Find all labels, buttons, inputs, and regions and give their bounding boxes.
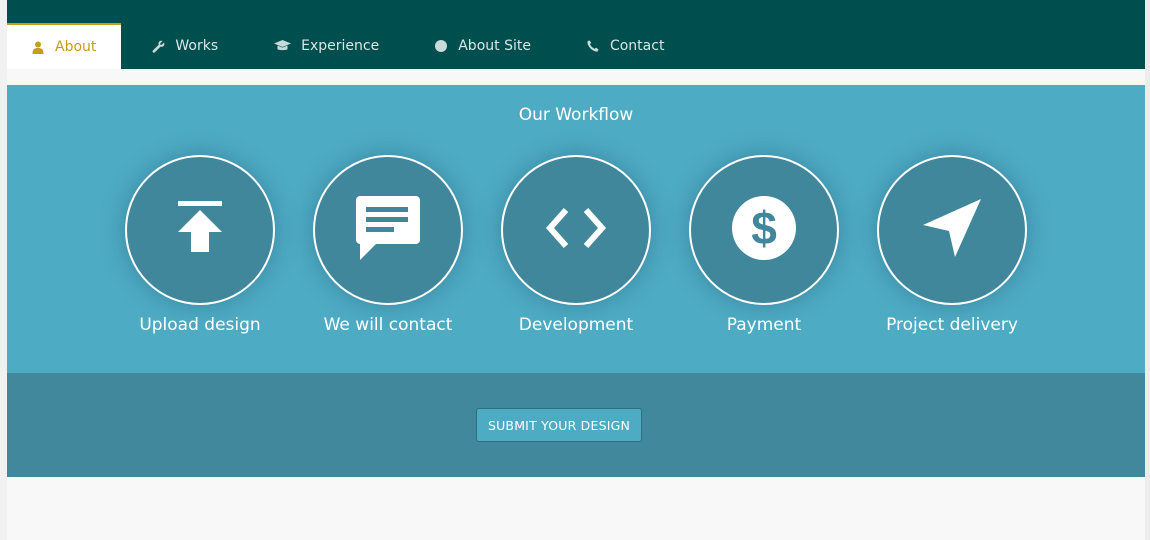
user-icon xyxy=(31,40,45,54)
chat-icon xyxy=(356,196,420,264)
step-circle: $ xyxy=(689,155,839,305)
send-icon xyxy=(923,199,981,261)
wrench-icon xyxy=(151,39,165,53)
workflow-step-payment: $ Payment xyxy=(674,155,854,335)
step-label: Payment xyxy=(726,315,802,335)
workflow-step-delivery: Project delivery xyxy=(862,155,1042,335)
workflow-title: Our Workflow xyxy=(518,105,634,125)
step-circle xyxy=(125,155,275,305)
left-margin xyxy=(0,0,7,540)
step-label: Upload design xyxy=(139,315,261,335)
dollar-icon: $ xyxy=(732,196,796,264)
workflow-step-development: Development xyxy=(486,155,666,335)
nav-tabs: About Works Experience About Site Contac… xyxy=(7,23,692,69)
workflow-step-contact: We will contact xyxy=(298,155,478,335)
step-circle xyxy=(501,155,651,305)
submit-design-button[interactable]: SUBMIT YOUR DESIGN xyxy=(476,408,642,442)
step-label: Project delivery xyxy=(886,315,1018,335)
phone-icon xyxy=(586,39,600,53)
submit-section: SUBMIT YOUR DESIGN xyxy=(7,373,1145,477)
step-label: Development xyxy=(518,315,634,335)
code-icon xyxy=(544,208,608,252)
tab-label: Works xyxy=(175,38,219,54)
tab-about[interactable]: About xyxy=(7,23,122,69)
right-margin xyxy=(1145,0,1150,540)
tab-label: About Site xyxy=(458,38,531,54)
tab-label: About xyxy=(55,39,97,55)
workflow-step-upload: Upload design xyxy=(110,155,290,335)
step-circle xyxy=(313,155,463,305)
graduation-cap-icon xyxy=(274,39,292,53)
tab-works[interactable]: Works xyxy=(121,23,246,69)
tab-label: Contact xyxy=(609,38,665,54)
step-label: We will contact xyxy=(323,315,453,335)
page: About Works Experience About Site Contac… xyxy=(0,0,1150,540)
workflow-section: Our Workflow Upload design We will conta… xyxy=(7,85,1145,373)
tab-contact[interactable]: Contact xyxy=(559,23,692,69)
upload-icon xyxy=(176,201,224,259)
tab-label: Experience xyxy=(301,38,380,54)
tab-experience[interactable]: Experience xyxy=(246,23,407,69)
tab-about-site[interactable]: About Site xyxy=(407,23,559,69)
svg-text:$: $ xyxy=(751,202,777,254)
step-circle xyxy=(877,155,1027,305)
info-icon xyxy=(434,39,448,53)
